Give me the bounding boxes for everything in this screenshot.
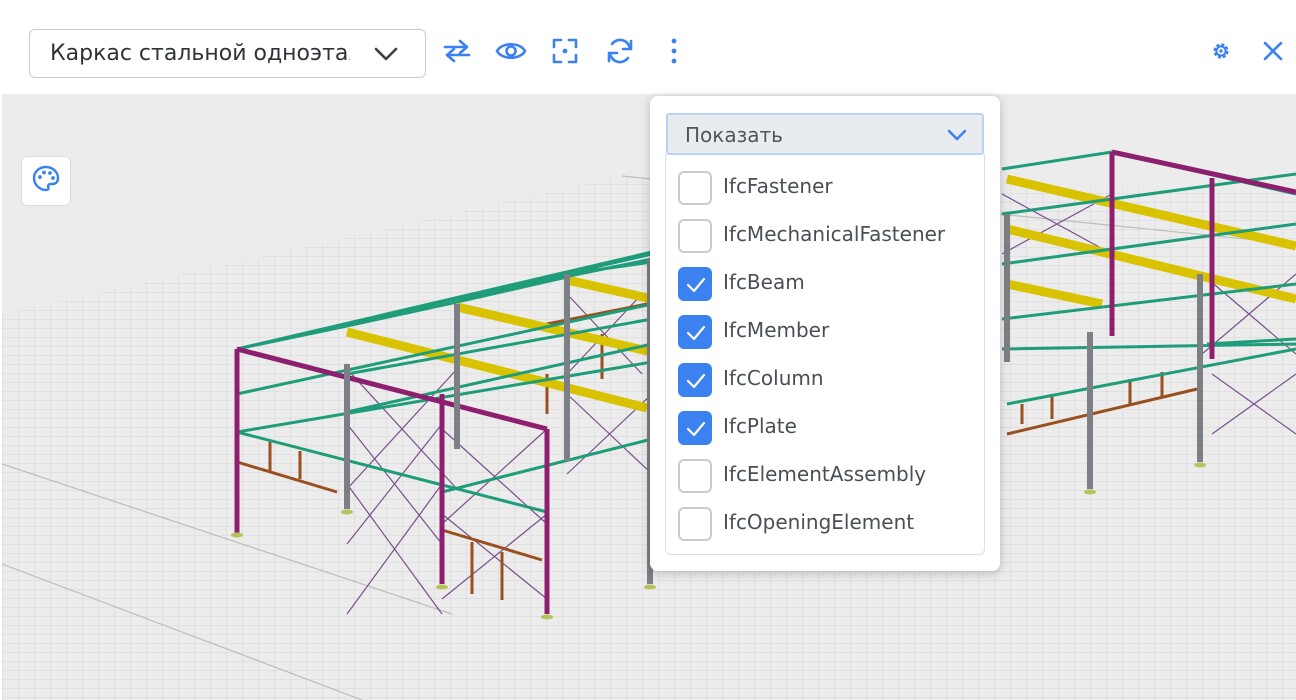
color-palette-button[interactable] bbox=[21, 156, 71, 206]
show-filter-select[interactable]: Показать bbox=[666, 113, 984, 155]
more-menu-button[interactable] bbox=[657, 36, 691, 70]
filter-option-label: IfcMechanicalFastener bbox=[723, 222, 946, 246]
palette-icon bbox=[31, 164, 61, 198]
chevron-down-icon bbox=[373, 43, 399, 69]
filter-option-label: IfcMember bbox=[723, 318, 830, 342]
eye-icon bbox=[495, 39, 527, 67]
close-button[interactable] bbox=[1256, 36, 1290, 70]
check-icon bbox=[686, 421, 706, 437]
filter-options-list: IfcFastener IfcMechanicalFastener IfcBea… bbox=[665, 154, 985, 555]
filter-option-ifcplate[interactable]: IfcPlate bbox=[678, 408, 978, 452]
filter-option-ifcbeam[interactable]: IfcBeam bbox=[678, 264, 978, 308]
chevron-down-icon bbox=[946, 127, 968, 147]
checkbox-checked[interactable] bbox=[678, 363, 712, 397]
settings-icon bbox=[1210, 40, 1232, 66]
checkbox[interactable] bbox=[678, 507, 712, 541]
swap-button[interactable] bbox=[440, 36, 474, 70]
filter-option-label: IfcFastener bbox=[723, 174, 833, 198]
filter-option-ifcfastener[interactable]: IfcFastener bbox=[678, 168, 978, 212]
visibility-button[interactable] bbox=[494, 36, 528, 70]
checkbox-checked[interactable] bbox=[678, 411, 712, 445]
toolbar: Каркас стальной одноэтажный bbox=[0, 0, 1296, 94]
steel-frame-model bbox=[2, 94, 1296, 700]
model-select-value: Каркас стальной одноэтажный bbox=[50, 41, 350, 66]
filter-option-label: IfcBeam bbox=[723, 270, 805, 294]
3d-viewport[interactable] bbox=[2, 94, 1296, 700]
checkbox[interactable] bbox=[678, 459, 712, 493]
filter-option-label: IfcElementAssembly bbox=[723, 462, 927, 486]
show-filter-select-label: Показать bbox=[685, 123, 783, 147]
filter-option-label: IfcColumn bbox=[723, 366, 824, 390]
refresh-button[interactable] bbox=[603, 36, 637, 70]
check-icon bbox=[686, 325, 706, 341]
filter-option-ifcelementassembly[interactable]: IfcElementAssembly bbox=[678, 456, 978, 500]
model-select[interactable]: Каркас стальной одноэтажный bbox=[29, 29, 426, 78]
checkbox-checked[interactable] bbox=[678, 267, 712, 301]
checkbox[interactable] bbox=[678, 171, 712, 205]
settings-button[interactable] bbox=[1204, 36, 1238, 70]
filter-option-label: IfcOpeningElement bbox=[723, 510, 915, 534]
filter-option-ifcopeningelement[interactable]: IfcOpeningElement bbox=[678, 504, 978, 548]
filter-option-ifcmechanicalfastener[interactable]: IfcMechanicalFastener bbox=[678, 216, 978, 260]
swap-icon bbox=[442, 37, 472, 69]
more-vertical-icon bbox=[669, 37, 679, 69]
filter-option-ifccolumn[interactable]: IfcColumn bbox=[678, 360, 978, 404]
check-icon bbox=[686, 373, 706, 389]
type-filter-dropdown: Показать IfcFastener IfcMechanicalFasten… bbox=[650, 96, 1000, 571]
focus-frame-icon bbox=[551, 37, 579, 69]
filter-option-label: IfcPlate bbox=[723, 414, 797, 438]
checkbox-checked[interactable] bbox=[678, 315, 712, 349]
refresh-icon bbox=[606, 37, 634, 69]
focus-button[interactable] bbox=[548, 36, 582, 70]
close-icon bbox=[1261, 39, 1285, 67]
filter-option-ifcmember[interactable]: IfcMember bbox=[678, 312, 978, 356]
check-icon bbox=[686, 277, 706, 293]
checkbox[interactable] bbox=[678, 219, 712, 253]
